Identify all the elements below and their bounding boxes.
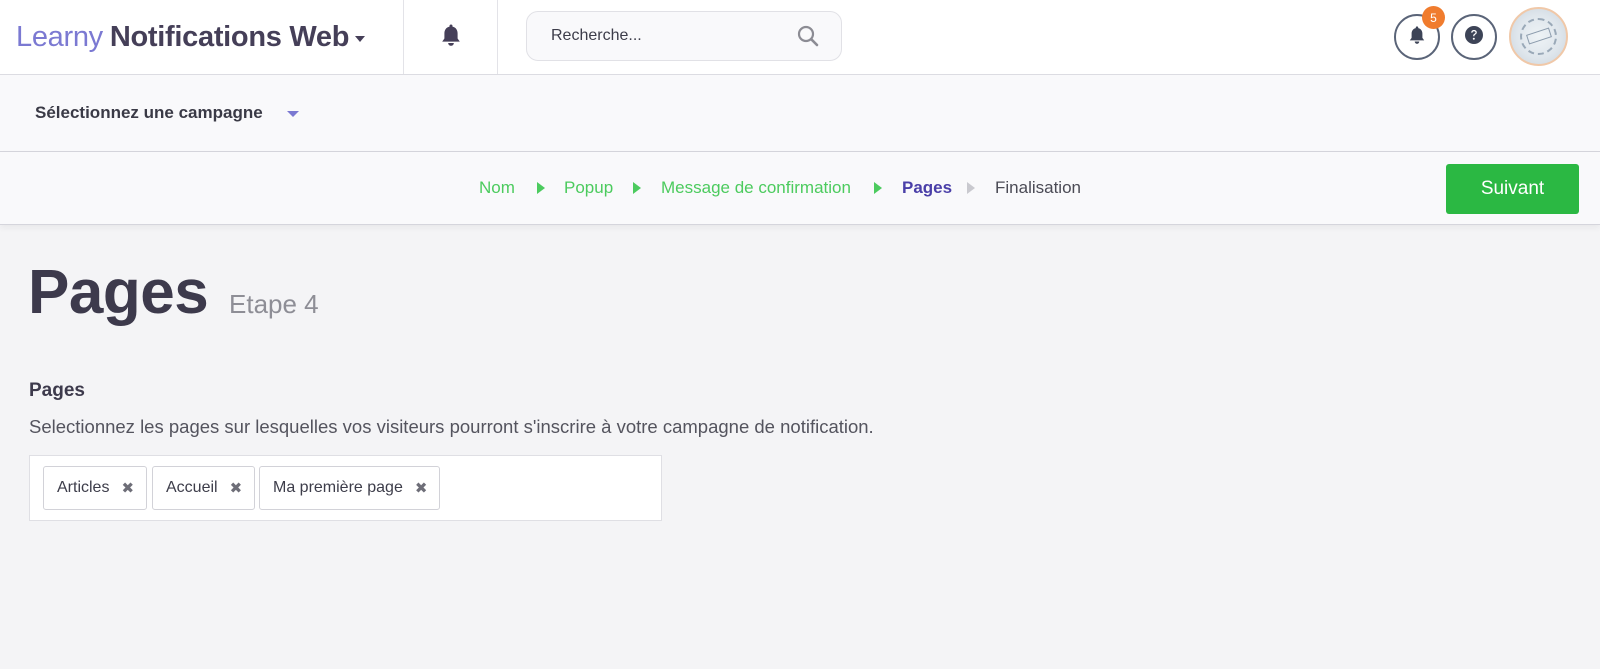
notification-count-badge: 5: [1422, 6, 1445, 29]
brand-secondary: Notifications Web: [109, 20, 350, 53]
step-arrow-icon: [967, 182, 975, 194]
tag-ma-premiere-page: Ma première page ✖: [259, 466, 441, 510]
step-arrow-icon: [537, 182, 545, 194]
step-arrow-icon: [633, 182, 641, 194]
pages-tag-input[interactable]: Articles ✖ Accueil ✖ Ma première page ✖: [29, 455, 662, 521]
tag-articles: Articles ✖: [43, 466, 148, 510]
remove-tag-icon[interactable]: ✖: [230, 481, 243, 496]
page-step-label: Etape 4: [229, 289, 319, 319]
campaign-selector-label: Sélectionnez une campagne: [35, 103, 263, 122]
tag-label: Ma première page: [273, 479, 403, 496]
tag-accueil: Accueil ✖: [152, 466, 256, 510]
question-circle-icon: [1464, 25, 1484, 50]
app-brand-menu[interactable]: Learny Notifications Web: [16, 0, 366, 74]
step-message-de-confirmation[interactable]: Message de confirmation: [661, 152, 851, 224]
step-arrow-icon: [874, 182, 882, 194]
search-input[interactable]: [551, 27, 797, 45]
tag-label: Accueil: [166, 479, 218, 496]
step-nom[interactable]: Nom: [479, 152, 515, 224]
chevron-down-icon: [355, 36, 366, 42]
bell-icon: [1408, 25, 1426, 50]
notifications-tab[interactable]: [404, 0, 498, 74]
remove-tag-icon[interactable]: ✖: [415, 481, 428, 496]
step-popup[interactable]: Popup: [564, 152, 613, 224]
page-title: Pages: [28, 258, 209, 327]
divider: [497, 0, 498, 74]
campaign-selector[interactable]: Sélectionnez une campagne: [35, 75, 299, 151]
caret-down-icon: [286, 111, 299, 117]
avatar[interactable]: [1509, 7, 1568, 66]
campaign-bar: Sélectionnez une campagne: [0, 75, 1600, 152]
step-finalisation[interactable]: Finalisation: [995, 152, 1081, 224]
brand-primary: Learny: [16, 20, 103, 53]
search-box: [526, 11, 842, 61]
steps-bar: Nom Popup Message de confirmation Pages …: [0, 152, 1600, 225]
step-pages[interactable]: Pages: [902, 152, 952, 224]
next-button[interactable]: Suivant: [1446, 164, 1579, 214]
top-bar: Learny Notifications Web 5: [0, 0, 1600, 75]
tag-label: Articles: [57, 479, 110, 496]
search-icon[interactable]: [797, 25, 819, 47]
bell-icon: [440, 23, 462, 52]
section-description: Selectionnez les pages sur lesquelles vo…: [29, 416, 874, 437]
remove-tag-icon[interactable]: ✖: [121, 481, 134, 496]
help-button[interactable]: [1451, 14, 1497, 60]
section-title: Pages: [29, 380, 85, 401]
